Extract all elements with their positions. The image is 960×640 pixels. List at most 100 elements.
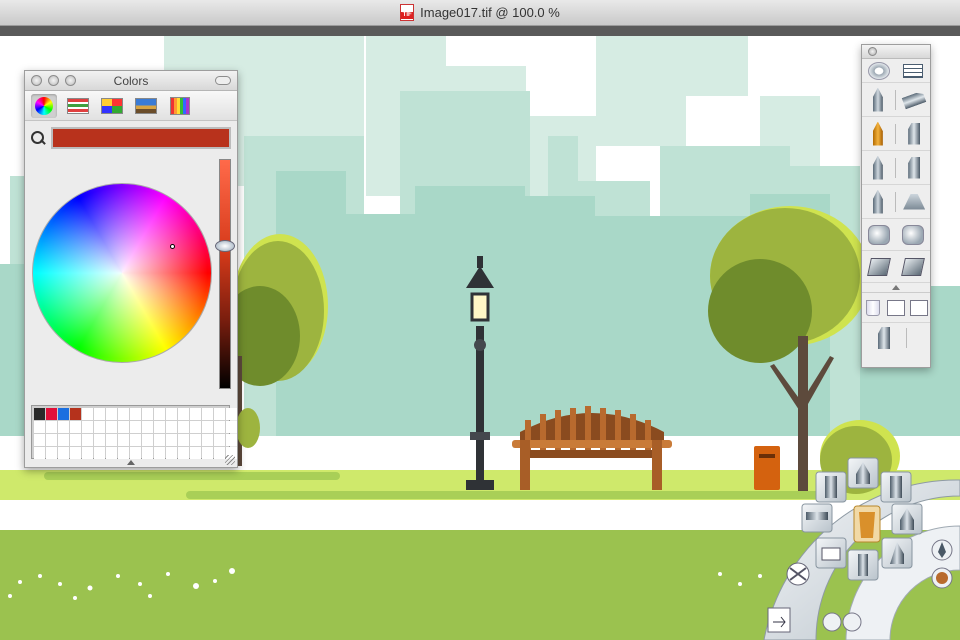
- swatch-cell[interactable]: [118, 408, 129, 420]
- swatch-cell[interactable]: [46, 408, 57, 420]
- swatch-cell[interactable]: [226, 408, 237, 420]
- swatch-cell[interactable]: [214, 447, 225, 459]
- swatch-cell[interactable]: [58, 434, 69, 446]
- radial-tool-menu[interactable]: [740, 456, 960, 640]
- swatch-cell[interactable]: [106, 408, 117, 420]
- pencil-tool[interactable]: [864, 86, 892, 114]
- swatch-cell[interactable]: [166, 434, 177, 446]
- resize-grip-icon[interactable]: [225, 455, 235, 465]
- swatch-cell[interactable]: [214, 421, 225, 433]
- stamp-fill-tool[interactable]: [865, 221, 893, 249]
- swatch-cell[interactable]: [46, 434, 57, 446]
- pen-tool[interactable]: [864, 154, 892, 182]
- layers-button[interactable]: [767, 607, 791, 633]
- color-palettes-tab[interactable]: [99, 94, 125, 118]
- flat-brush-button[interactable]: [880, 471, 912, 503]
- swatch-cell[interactable]: [202, 408, 213, 420]
- chisel-brush-button[interactable]: [891, 503, 923, 535]
- swatch-cell[interactable]: [58, 447, 69, 459]
- window-titlebar[interactable]: TIF Image017.tif @ 100.0 %: [0, 0, 960, 26]
- swatch-cell[interactable]: [46, 447, 57, 459]
- toolbox-titlebar[interactable]: [862, 45, 930, 59]
- swatch-cell[interactable]: [70, 447, 81, 459]
- swatch-cell[interactable]: [226, 421, 237, 433]
- swatch-cell[interactable]: [166, 447, 177, 459]
- crayons-tab[interactable]: [167, 94, 193, 118]
- swatch-cell[interactable]: [130, 408, 141, 420]
- fill-tool[interactable]: [899, 253, 927, 281]
- current-color-button[interactable]: [931, 567, 953, 589]
- swatch-cell[interactable]: [106, 447, 117, 459]
- color-wheel-tab[interactable]: [31, 93, 57, 118]
- swatch-cell[interactable]: [178, 447, 189, 459]
- swatch-cell[interactable]: [34, 447, 45, 459]
- color-swatch-button[interactable]: [931, 539, 953, 561]
- swatch-cell[interactable]: [82, 447, 93, 459]
- swatch-cell[interactable]: [202, 434, 213, 446]
- swatch-cell[interactable]: [34, 434, 45, 446]
- swatch-cell[interactable]: [154, 447, 165, 459]
- swatch-cell[interactable]: [82, 434, 93, 446]
- swatch-cell[interactable]: [58, 408, 69, 420]
- swatch-cell[interactable]: [142, 421, 153, 433]
- swatch-cell[interactable]: [130, 434, 141, 446]
- swatch-cell[interactable]: [34, 408, 45, 420]
- fine-brush-tool[interactable]: [864, 188, 892, 216]
- swatch-cell[interactable]: [106, 434, 117, 446]
- swatch-cell[interactable]: [94, 421, 105, 433]
- swatch-cell[interactable]: [190, 408, 201, 420]
- swatch-cell[interactable]: [202, 421, 213, 433]
- airbrush-tool[interactable]: [900, 86, 928, 114]
- swatch-cell[interactable]: [142, 447, 153, 459]
- chisel-brush-tool[interactable]: [900, 154, 928, 182]
- eraser-tool[interactable]: [870, 324, 898, 352]
- swatch-cell[interactable]: [154, 408, 165, 420]
- swatch-cell[interactable]: [190, 434, 201, 446]
- radial-bottom-buttons[interactable]: [822, 612, 862, 632]
- swatch-cell[interactable]: [178, 434, 189, 446]
- swatch-cell[interactable]: [166, 408, 177, 420]
- custom-swatches[interactable]: [31, 405, 237, 459]
- color-wheel-selector[interactable]: [170, 244, 175, 249]
- swatch-cell[interactable]: [130, 421, 141, 433]
- text-button[interactable]: [907, 294, 930, 322]
- color-sliders-tab[interactable]: [65, 94, 91, 118]
- swatch-cell[interactable]: [94, 408, 105, 420]
- swatch-cell[interactable]: [118, 421, 129, 433]
- toolbox-expand-button[interactable]: [862, 283, 930, 293]
- marker-tool[interactable]: [864, 120, 892, 148]
- magnifier-icon[interactable]: [31, 131, 45, 145]
- swatch-cell[interactable]: [70, 421, 81, 433]
- brush-settings-button[interactable]: [899, 57, 927, 85]
- paint-bucket-button[interactable]: [853, 505, 881, 543]
- smudge-tool[interactable]: [865, 253, 893, 281]
- swatch-cell[interactable]: [106, 421, 117, 433]
- swatch-cell[interactable]: [142, 408, 153, 420]
- flat-brush-tool[interactable]: [900, 120, 928, 148]
- swatch-cell[interactable]: [46, 421, 57, 433]
- swatch-cell[interactable]: [130, 447, 141, 459]
- color-wheel[interactable]: [32, 183, 212, 363]
- swatch-cell[interactable]: [178, 408, 189, 420]
- swatch-cell[interactable]: [34, 421, 45, 433]
- swatch-cell[interactable]: [82, 408, 93, 420]
- stamp-erase-tool[interactable]: [899, 221, 927, 249]
- marker-button[interactable]: [815, 471, 847, 503]
- swatch-cell[interactable]: [70, 434, 81, 446]
- swatch-cell[interactable]: [190, 421, 201, 433]
- current-color-well[interactable]: [51, 127, 231, 149]
- swatch-cell[interactable]: [142, 434, 153, 446]
- swatch-cell[interactable]: [214, 434, 225, 446]
- sparkle-button[interactable]: [885, 294, 908, 322]
- brightness-slider-thumb[interactable]: [215, 240, 235, 253]
- fine-brush-button[interactable]: [847, 549, 879, 581]
- brightness-slider[interactable]: [219, 159, 231, 389]
- pen-tool-button[interactable]: [881, 537, 913, 569]
- airbrush-button[interactable]: [801, 503, 833, 533]
- pen-button[interactable]: [847, 457, 879, 489]
- toolbox-close-button[interactable]: [868, 47, 877, 56]
- swatch-cell[interactable]: [94, 447, 105, 459]
- scissors-button[interactable]: [786, 562, 810, 586]
- swatch-cell[interactable]: [202, 447, 213, 459]
- swatch-cell[interactable]: [58, 421, 69, 433]
